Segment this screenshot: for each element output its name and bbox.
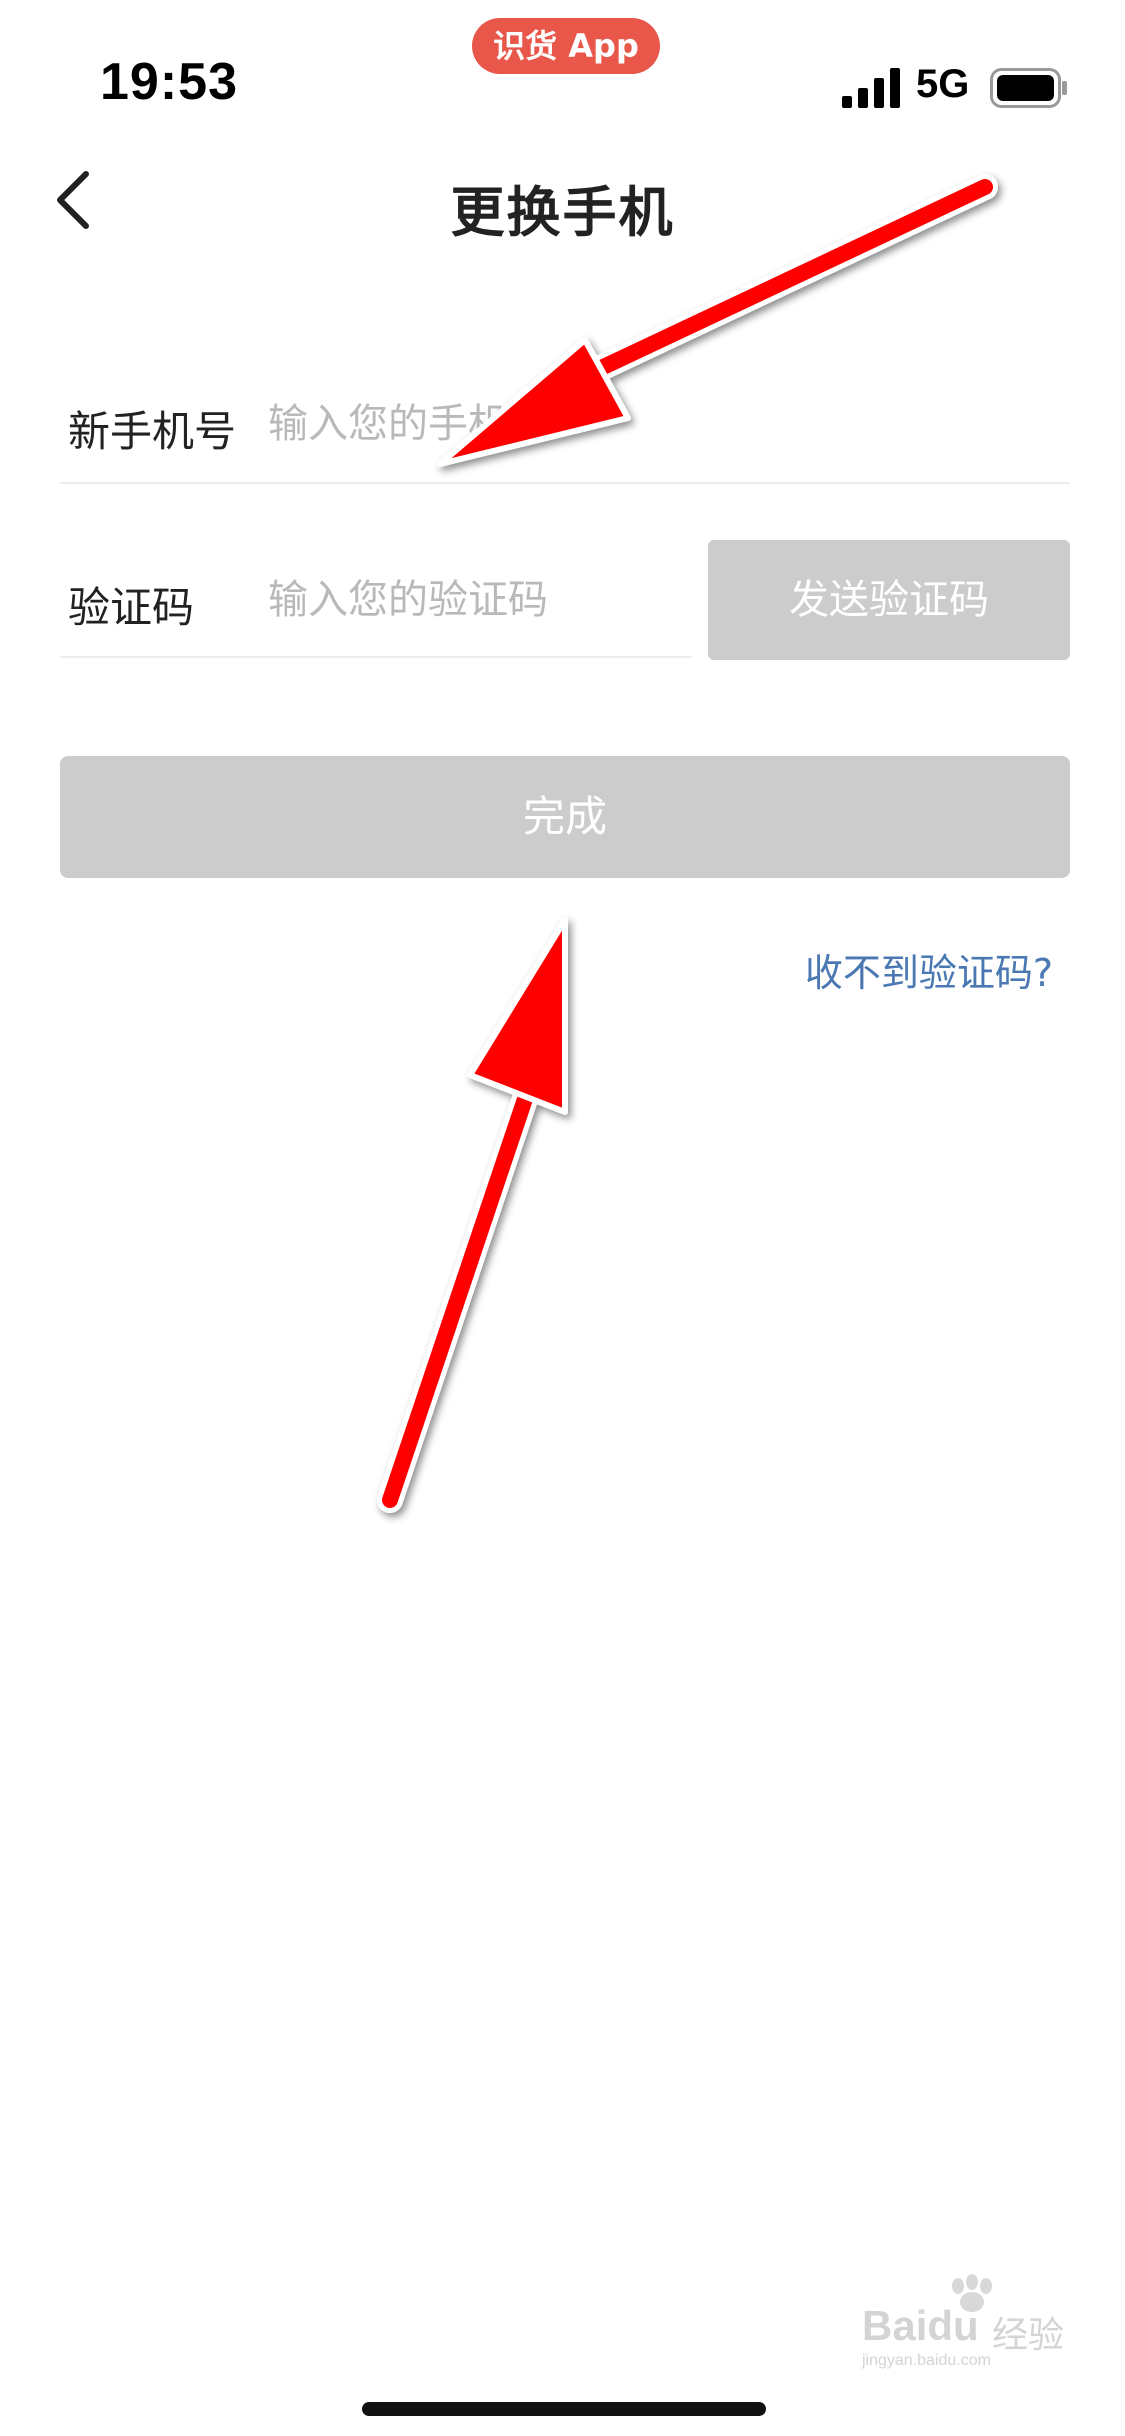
watermark-suffix: 经验 [992, 2315, 1065, 2356]
phone-row-divider [60, 482, 1070, 484]
send-code-button[interactable]: 发送验证码 [708, 540, 1070, 660]
signal-icon [842, 68, 900, 108]
code-row-divider [60, 656, 692, 658]
no-code-link[interactable]: 收不到验证码? [805, 942, 1053, 997]
verification-code-label: 验证码 [68, 583, 195, 632]
arrow-to-done-button [377, 917, 568, 1513]
watermark-brand: Baidu [862, 2302, 979, 2349]
navigation-bar: 更换手机 [0, 150, 1125, 250]
annotation-layer [377, 174, 998, 1513]
app-pill[interactable]: 识货 App [472, 18, 660, 74]
status-bar: 19:53 识货 App 5G [0, 0, 1125, 150]
new-phone-label: 新手机号 [68, 407, 237, 456]
network-label: 5G [916, 62, 970, 106]
baidu-jingyan-watermark: Baidu 经验 jingyan.baidu.com [862, 2272, 1082, 2369]
done-button[interactable]: 完成 [60, 756, 1070, 878]
battery-icon [990, 68, 1067, 108]
verification-code-input[interactable] [268, 572, 688, 628]
home-indicator[interactable] [362, 2402, 766, 2416]
new-phone-input[interactable] [268, 396, 1048, 452]
change-phone-screen: 19:53 识货 App 5G 更换手机 新手机号 验证码 发送验证码 完成 收… [0, 0, 1125, 2436]
page-title: 更换手机 [450, 181, 675, 244]
watermark-site: jingyan.baidu.com [862, 2352, 991, 2369]
status-time: 19:53 [100, 53, 238, 111]
